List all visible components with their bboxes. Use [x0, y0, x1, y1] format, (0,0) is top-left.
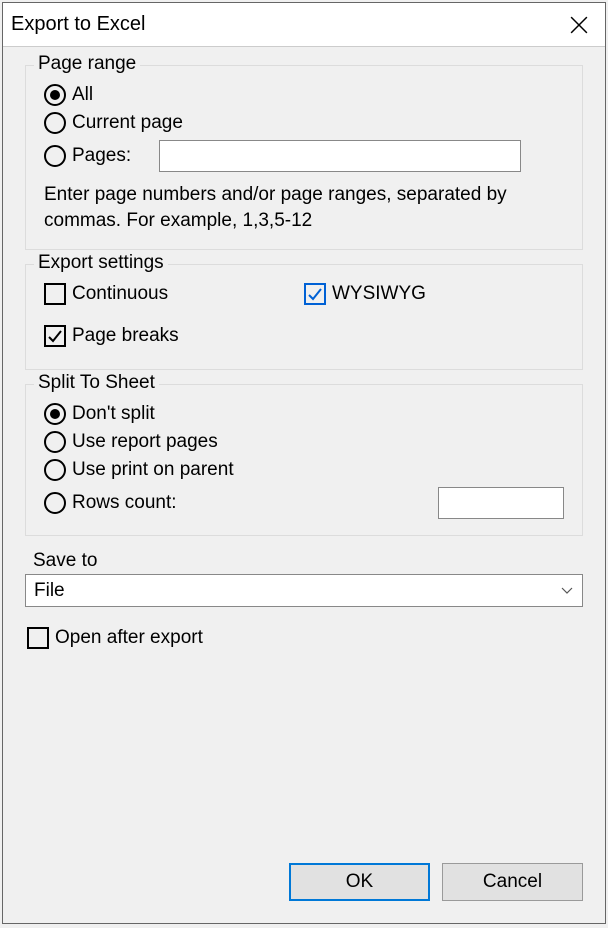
button-bar: OK Cancel [3, 847, 605, 923]
checkbox-page-breaks[interactable]: Page breaks [44, 325, 304, 347]
open-after-label: Open after export [55, 627, 203, 649]
checkbox-icon [44, 283, 66, 305]
radio-icon [44, 431, 66, 453]
radio-all[interactable]: All [44, 84, 564, 106]
save-to-label: Save to [25, 550, 583, 572]
checkbox-continuous[interactable]: Continuous [44, 283, 304, 305]
checkbox-wysiwyg[interactable]: WYSIWYG [304, 283, 564, 305]
radio-use-report-pages[interactable]: Use report pages [44, 431, 564, 453]
save-to-block: Save to File [25, 550, 583, 607]
radio-icon [44, 403, 66, 425]
ok-button[interactable]: OK [289, 863, 430, 901]
wysiwyg-label: WYSIWYG [332, 283, 426, 305]
checkbox-icon [304, 283, 326, 305]
rows-count-input[interactable] [438, 487, 564, 519]
use-print-parent-label: Use print on parent [72, 459, 234, 481]
dont-split-label: Don't split [72, 403, 155, 425]
dialog-title: Export to Excel [11, 13, 146, 36]
checkbox-icon [44, 325, 66, 347]
export-settings-legend: Export settings [34, 252, 168, 274]
radio-all-label: All [72, 84, 93, 106]
radio-icon [44, 492, 66, 514]
export-settings-group: Export settings Continuous WYSIWYG [25, 264, 583, 370]
split-to-sheet-group: Split To Sheet Don't split Use report pa… [25, 384, 583, 536]
page-range-hint: Enter page numbers and/or page ranges, s… [44, 182, 564, 233]
page-range-group: Page range All Current page Pages: Enter… [25, 65, 583, 250]
use-report-pages-label: Use report pages [72, 431, 218, 453]
continuous-label: Continuous [72, 283, 168, 305]
radio-icon [44, 459, 66, 481]
radio-icon [44, 145, 66, 167]
save-to-select[interactable]: File [25, 574, 583, 607]
save-to-value: File [34, 580, 65, 602]
radio-icon [44, 112, 66, 134]
export-dialog: Export to Excel Page range All Current p… [2, 2, 606, 924]
close-button[interactable] [553, 3, 605, 47]
radio-pages[interactable]: Pages: [44, 145, 131, 167]
rows-count-label: Rows count: [72, 492, 177, 514]
page-range-legend: Page range [34, 53, 140, 75]
titlebar: Export to Excel [3, 3, 605, 47]
checkbox-icon [27, 627, 49, 649]
close-icon [570, 16, 588, 34]
pages-input[interactable] [159, 140, 521, 172]
radio-current-page-label: Current page [72, 112, 183, 134]
page-breaks-label: Page breaks [72, 325, 179, 347]
radio-current-page[interactable]: Current page [44, 112, 564, 134]
radio-icon [44, 84, 66, 106]
radio-use-print-on-parent[interactable]: Use print on parent [44, 459, 564, 481]
dialog-content: Page range All Current page Pages: Enter… [3, 47, 605, 847]
radio-pages-label: Pages: [72, 145, 131, 167]
radio-rows-count[interactable]: Rows count: [44, 492, 177, 514]
split-legend: Split To Sheet [34, 372, 159, 394]
checkbox-open-after-export[interactable]: Open after export [25, 627, 583, 649]
radio-dont-split[interactable]: Don't split [44, 403, 564, 425]
cancel-button[interactable]: Cancel [442, 863, 583, 901]
